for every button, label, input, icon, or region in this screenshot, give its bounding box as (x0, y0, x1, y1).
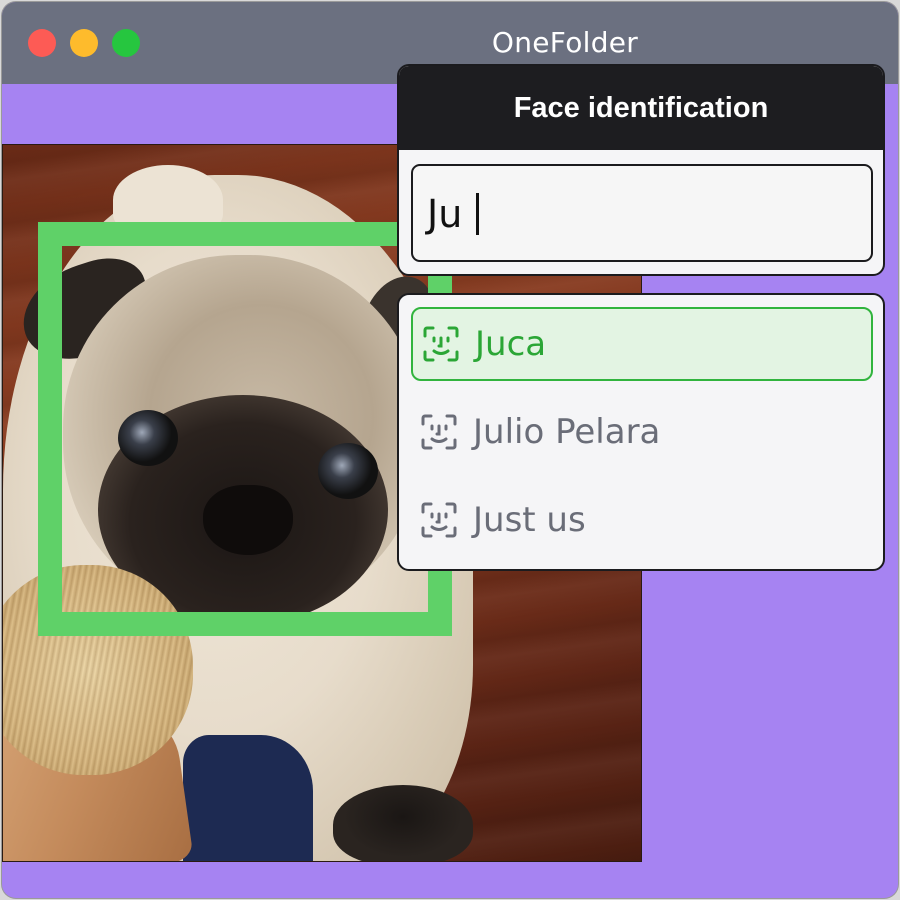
suggestion-label: Julio Pelara (473, 412, 661, 452)
suggestion-label: Just us (473, 500, 586, 540)
face-detection-box[interactable] (38, 222, 452, 636)
suggestion-item-julio-pelara[interactable]: Julio Pelara (411, 395, 873, 469)
face-id-icon (419, 500, 459, 540)
name-search-input[interactable]: Ju (411, 164, 873, 262)
suggestion-label: Juca (475, 324, 547, 364)
face-identification-dialog: Face identification Ju (397, 64, 885, 276)
pug-paw-shape (333, 785, 473, 861)
dialog-title: Face identification (399, 66, 883, 150)
face-id-icon (419, 412, 459, 452)
text-caret (476, 193, 480, 235)
suggestion-list: Juca Julio Pelara Just us (397, 293, 885, 571)
suggestion-item-just-us[interactable]: Just us (411, 483, 873, 557)
input-value: Ju (427, 192, 463, 236)
suggestion-item-juca[interactable]: Juca (411, 307, 873, 381)
cloth-shape (183, 735, 313, 861)
window-title: OneFolder (491, 26, 639, 59)
face-id-icon (421, 324, 461, 364)
